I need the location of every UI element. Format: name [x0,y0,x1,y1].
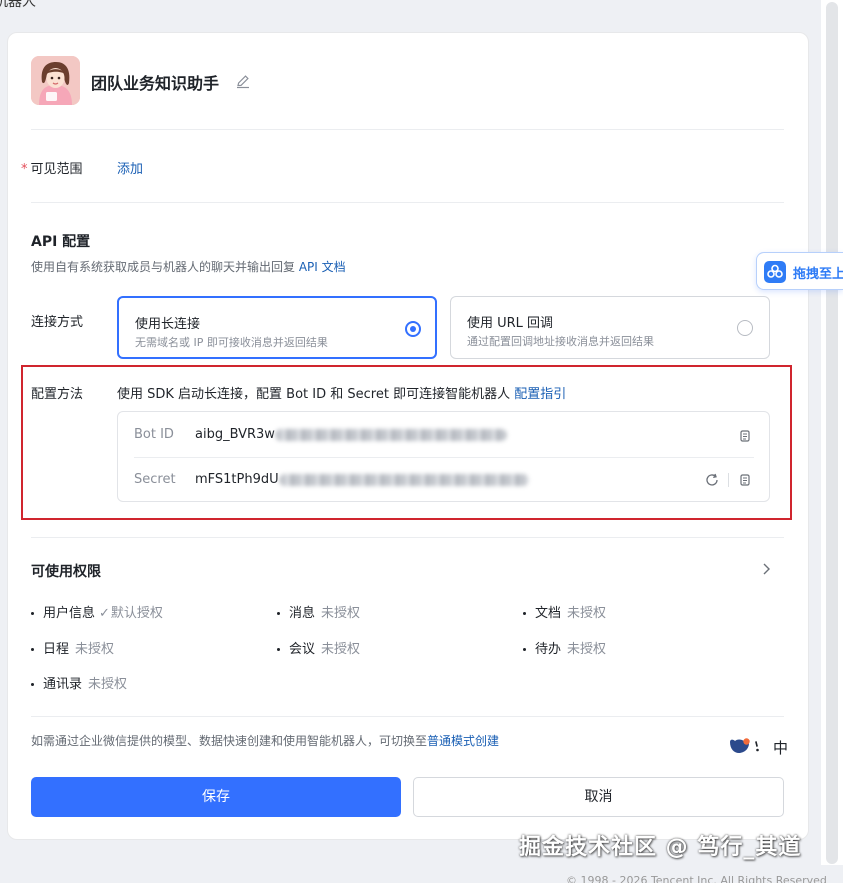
api-config-desc-text: 使用自有系统获取成员与机器人的聊天并输出回复 [31,260,296,274]
config-method-desc-text: 使用 SDK 启动长连接，配置 Bot ID 和 Secret 即可连接智能机器… [117,387,511,402]
radio-unselected[interactable] [737,320,753,336]
bullet [523,612,526,615]
footer-copyright: © 1998 - 2026 Tencent Inc. All Rights Re… [566,874,827,883]
permission-name: 文档 [535,606,562,621]
page-title: 机器人 [0,0,36,10]
permission-status: 未授权 [75,642,115,657]
api-doc-link[interactable]: API 文档 [299,260,346,274]
permission-item: 文档 未授权 [523,602,606,621]
bot-id-text: aibg_BVR3w [195,427,275,442]
drag-to-side-tab[interactable]: 拖拽至上 [756,252,843,290]
api-config-desc: 使用自有系统获取成员与机器人的聊天并输出回复 API 文档 [31,258,346,275]
permission-name: 用户信息 [43,606,96,621]
check-icon: ✓ [99,606,110,621]
config-method-desc: 使用 SDK 启动长连接，配置 Bot ID 和 Secret 即可连接智能机器… [117,383,566,402]
bullet [31,683,34,686]
permission-name: 通讯录 [43,677,83,692]
add-visibility-link[interactable]: 添加 [117,158,143,177]
permission-status: 未授权 [321,606,361,621]
bullet [277,612,280,615]
chevron-right-icon[interactable] [758,561,774,577]
api-config-title: API 配置 [31,234,91,250]
redacted-mask [274,428,507,441]
permission-status: 未授权 [88,677,128,692]
divider [31,129,784,130]
switch-mode-tip: 如需通过企业微信提供的模型、数据快速创建和使用智能机器人，可切换至普通模式创建 [31,732,499,749]
bot-name: 团队业务知识助手 [91,74,220,93]
divider [134,457,754,458]
bullet [31,612,34,615]
permission-item: 用户信息 ✓默认授权 [31,602,163,621]
option-title: 使用长连接 [135,317,201,332]
separator [728,473,729,487]
required-mark: * [21,162,28,177]
option-title: 使用 URL 回调 [467,316,554,331]
switch-mode-text: 如需通过企业微信提供的模型、数据快速创建和使用智能机器人，可切换至 [31,734,428,748]
permission-status: 未授权 [321,642,361,657]
secret-value[interactable]: mFS1tPh9dU [195,472,529,487]
secret-text: mFS1tPh9dU [195,472,279,487]
bot-id-label: Bot ID [134,427,174,442]
avatar-image [31,56,80,105]
cancel-button[interactable]: 取消 [413,777,784,817]
permission-status: 未授权 [567,642,607,657]
permission-status: 未授权 [567,606,607,621]
normal-mode-link[interactable]: 普通模式创建 [427,734,499,748]
long-connection-option[interactable]: 使用长连接 无需域名或 IP 即可接收消息并返回结果 [117,296,437,359]
permissions-title: 可使用权限 [31,564,101,580]
permission-name: 消息 [289,606,316,621]
secret-label: Secret [134,472,176,487]
drag-tab-label: 拖拽至上 [793,267,843,282]
cloud-icon [764,261,786,283]
permission-item: 日程 未授权 [31,638,114,657]
permission-name: 日程 [43,642,70,657]
divider [31,202,784,203]
bullet [277,648,280,651]
permission-name: 会议 [289,642,316,657]
divider [31,716,784,717]
ime-language-label[interactable]: 中 [773,737,788,758]
permission-item: 待办 未授权 [523,638,606,657]
bot-id-value[interactable]: aibg_BVR3w [195,427,507,442]
copy-icon[interactable] [737,472,753,488]
bullet [31,648,34,651]
refresh-icon[interactable] [704,472,720,488]
divider [31,537,784,538]
radio-selected[interactable] [405,321,421,337]
permission-item: 会议 未授权 [277,638,360,657]
credentials-box: Bot ID aibg_BVR3w Secret mFS1tPh9dU [117,411,770,502]
scrollbar-thumb[interactable] [826,2,838,864]
permission-status: 默认授权 [110,606,163,621]
bullet [523,648,526,651]
save-button[interactable]: 保存 [31,777,401,817]
edit-icon[interactable] [235,73,251,89]
permission-item: 通讯录 未授权 [31,673,127,692]
config-guide-link[interactable]: 配置指引 [514,387,566,402]
copy-icon[interactable] [737,428,753,444]
watermark: 掘金技术社区 @ 笃行_其道 [519,835,802,860]
url-callback-option[interactable]: 使用 URL 回调 通过配置回调地址接收消息并返回结果 [450,296,770,359]
bot-avatar[interactable] [31,56,80,105]
config-method-label: 配置方法 [31,387,84,402]
redacted-mask [278,473,529,486]
connect-method-label: 连接方式 [31,315,84,330]
option-subtitle: 通过配置回调地址接收消息并返回结果 [467,335,654,348]
visibility-label: * 可见范围 [21,158,83,177]
permission-item: 消息 未授权 [277,602,360,621]
permission-name: 待办 [535,642,562,657]
visibility-label-text: 可见范围 [30,162,83,177]
option-subtitle: 无需域名或 IP 即可接收消息并返回结果 [135,336,328,349]
